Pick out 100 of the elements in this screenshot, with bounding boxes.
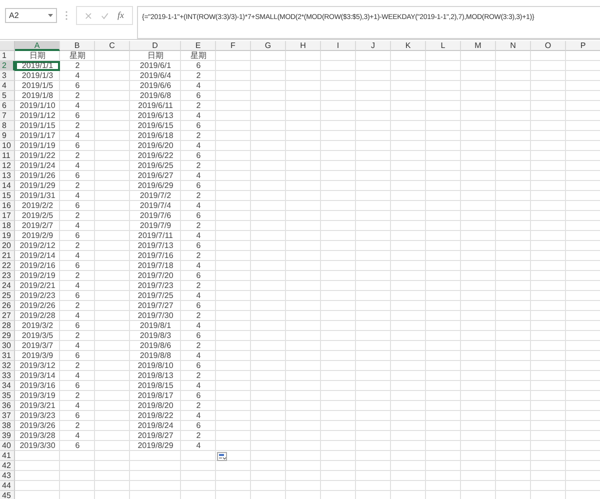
table-cell-text: 2019/6/22	[136, 151, 174, 161]
column-header[interactable]: B	[60, 41, 95, 51]
table-cell-text: 2019/2/5	[20, 211, 54, 221]
row-header[interactable]: 18	[0, 221, 15, 231]
row-header[interactable]: 44	[0, 481, 15, 491]
row-header[interactable]: 23	[0, 271, 15, 281]
column-header[interactable]: G	[251, 41, 286, 51]
table-cell-text: 2019/7/30	[136, 311, 174, 321]
row-header[interactable]: 15	[0, 191, 15, 201]
row-header[interactable]: 30	[0, 341, 15, 351]
row-header[interactable]: 14	[0, 181, 15, 191]
table-cell-text: 2	[195, 371, 202, 381]
table-cell-text: 6	[195, 181, 202, 191]
row-header[interactable]: 10	[0, 141, 15, 151]
row-header[interactable]: 7	[0, 111, 15, 121]
row-header[interactable]: 43	[0, 471, 15, 481]
row-header[interactable]: 22	[0, 261, 15, 271]
row-header[interactable]: 42	[0, 461, 15, 471]
row-header[interactable]: 37	[0, 411, 15, 421]
column-header[interactable]: P	[566, 41, 600, 51]
table-cell-text: 2019/8/29	[136, 441, 174, 451]
drag-handle-icon[interactable]	[65, 11, 68, 20]
row-header[interactable]: 40	[0, 441, 15, 451]
row-header[interactable]: 21	[0, 251, 15, 261]
table-cell-text: 2019/7/4	[138, 201, 172, 211]
row-header[interactable]: 33	[0, 371, 15, 381]
column-header[interactable]: L	[426, 41, 461, 51]
column-header[interactable]: N	[496, 41, 531, 51]
row-header[interactable]: 13	[0, 171, 15, 181]
table-cell-text: 2019/7/27	[136, 301, 174, 311]
table-cell-text: 2	[74, 61, 81, 71]
table-cell-text: 4	[195, 351, 202, 361]
table-cell-text: 2	[195, 311, 202, 321]
check-icon[interactable]	[100, 12, 108, 20]
name-box[interactable]: A2	[5, 8, 57, 23]
row-header[interactable]: 29	[0, 331, 15, 341]
paste-options-icon[interactable]	[217, 452, 227, 461]
row-header[interactable]: 4	[0, 81, 15, 91]
close-icon[interactable]	[85, 12, 92, 20]
row-header[interactable]: 3	[0, 71, 15, 81]
row-header[interactable]: 5	[0, 91, 15, 101]
table-cell-text: 2	[74, 421, 81, 431]
row-header[interactable]: 38	[0, 421, 15, 431]
column-header[interactable]: O	[531, 41, 566, 51]
row-header[interactable]: 45	[0, 491, 15, 499]
table-cell-text: 6	[195, 271, 202, 281]
table-cell-text: 2019/6/6	[138, 81, 172, 91]
row-header[interactable]: 20	[0, 241, 15, 251]
row-header[interactable]: 12	[0, 161, 15, 171]
table-cell-text: 2019/3/14	[18, 371, 56, 381]
table-cell-text: 2019/7/6	[138, 211, 172, 221]
table-cell-text: 2019/2/16	[18, 261, 56, 271]
row-header[interactable]: 39	[0, 431, 15, 441]
table-cell-text: 6	[74, 441, 81, 451]
row-header[interactable]: 24	[0, 281, 15, 291]
row-header[interactable]: 1	[0, 51, 15, 61]
column-header[interactable]: F	[216, 41, 251, 51]
table-cell-text: 2019/2/14	[18, 251, 56, 261]
column-header[interactable]: K	[391, 41, 426, 51]
row-header[interactable]: 19	[0, 231, 15, 241]
column-header[interactable]: M	[461, 41, 496, 51]
row-header[interactable]: 17	[0, 211, 15, 221]
table-cell-text: 2	[74, 211, 81, 221]
row-header[interactable]: 32	[0, 361, 15, 371]
row-header[interactable]: 36	[0, 401, 15, 411]
table-cell-text: 2019/6/29	[136, 181, 174, 191]
column-header[interactable]: D	[130, 41, 181, 51]
row-header[interactable]: 27	[0, 311, 15, 321]
column-header[interactable]: I	[321, 41, 356, 51]
table-cell-text: 6	[195, 91, 202, 101]
row-header[interactable]: 34	[0, 381, 15, 391]
table-cell-text: 6	[195, 121, 202, 131]
column-header[interactable]: E	[181, 41, 216, 51]
insert-function-button[interactable]: fx	[118, 8, 124, 22]
table-cell-text: 2	[74, 391, 81, 401]
select-all-corner[interactable]	[0, 41, 15, 51]
row-header[interactable]: 26	[0, 301, 15, 311]
row-header[interactable]: 9	[0, 131, 15, 141]
row-header[interactable]: 28	[0, 321, 15, 331]
row-header[interactable]: 41	[0, 451, 15, 461]
table-cell-text: 2019/2/19	[18, 271, 56, 281]
row-header[interactable]: 11	[0, 151, 15, 161]
row-header[interactable]: 2	[0, 61, 15, 71]
column-header[interactable]: J	[356, 41, 391, 51]
table-cell-text: 2	[195, 431, 202, 441]
row-header[interactable]: 8	[0, 121, 15, 131]
table-cell-text: 6	[74, 291, 81, 301]
row-header[interactable]: 25	[0, 291, 15, 301]
row-header[interactable]: 35	[0, 391, 15, 401]
table-cell-text: 2019/3/28	[18, 431, 56, 441]
row-header[interactable]: 6	[0, 101, 15, 111]
column-header[interactable]: A	[15, 41, 60, 51]
table-cell-text: 2019/2/2	[20, 201, 54, 211]
table-cell-text: 星期	[68, 51, 86, 61]
column-header[interactable]: C	[95, 41, 130, 51]
column-header[interactable]: H	[286, 41, 321, 51]
row-header[interactable]: 31	[0, 351, 15, 361]
row-header[interactable]: 16	[0, 201, 15, 211]
table-cell-text: 2	[74, 271, 81, 281]
table-cell-text: 2019/7/11	[137, 231, 174, 241]
